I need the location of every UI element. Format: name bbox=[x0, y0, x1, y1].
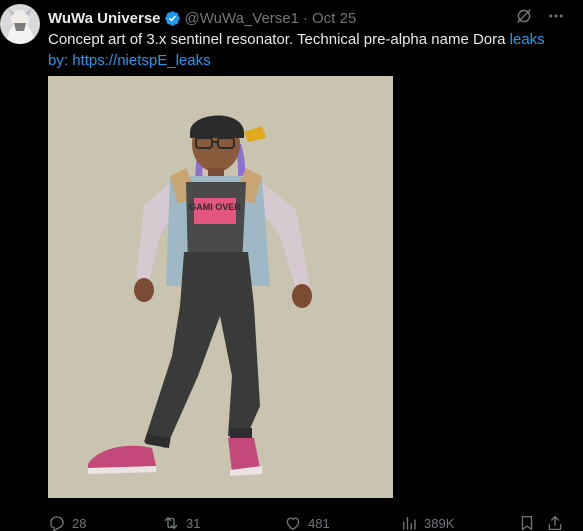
share-icon bbox=[548, 515, 562, 531]
top-icons bbox=[515, 7, 565, 25]
more-icon[interactable] bbox=[547, 7, 565, 25]
repost-count: 31 bbox=[186, 515, 201, 531]
share-button[interactable] bbox=[546, 514, 564, 531]
verified-badge-icon bbox=[164, 10, 180, 26]
mention-link[interactable]: https://nietspE_leaks bbox=[72, 52, 210, 69]
shirt-text: GAMI OVER bbox=[189, 202, 241, 212]
bookmark-button[interactable] bbox=[518, 514, 536, 531]
display-name[interactable]: WuWa Universe bbox=[48, 10, 161, 27]
tweet-header: WuWa Universe @WuWa_Verse1 · Oct 25 bbox=[48, 8, 356, 28]
reply-icon bbox=[50, 516, 64, 531]
tweet-text-main: Concept art of 3.x sentinel resonator. T… bbox=[48, 31, 510, 48]
character-illustration: GAMI OVER bbox=[48, 76, 393, 498]
media-image[interactable]: GAMI OVER bbox=[48, 76, 393, 498]
repost-button[interactable]: 31 bbox=[162, 514, 200, 531]
bookmark-icon bbox=[521, 515, 533, 531]
separator-dot: · bbox=[302, 9, 308, 27]
views-icon bbox=[403, 517, 416, 530]
tweet-text: Concept art of 3.x sentinel resonator. T… bbox=[48, 29, 568, 71]
repost-icon bbox=[164, 517, 178, 529]
views-button[interactable]: 389K bbox=[400, 514, 454, 531]
post-date[interactable]: Oct 25 bbox=[312, 10, 356, 27]
like-count: 481 bbox=[308, 515, 330, 531]
views-count: 389K bbox=[424, 515, 455, 531]
like-button[interactable]: 481 bbox=[284, 514, 330, 531]
author-handle[interactable]: @WuWa_Verse1 bbox=[185, 10, 299, 27]
grok-icon[interactable] bbox=[515, 7, 533, 25]
action-bar: 28 31 481 389K bbox=[48, 514, 573, 531]
reply-button[interactable]: 28 bbox=[48, 514, 86, 531]
like-icon bbox=[286, 517, 300, 531]
tweet[interactable]: WuWa Universe @WuWa_Verse1 · Oct 25 Conc… bbox=[0, 0, 583, 531]
tweet-text-line2: by: bbox=[48, 52, 73, 69]
avatar[interactable] bbox=[0, 4, 40, 44]
hashtag-link-leaks[interactable]: leaks bbox=[510, 31, 545, 48]
reply-count: 28 bbox=[72, 515, 87, 531]
